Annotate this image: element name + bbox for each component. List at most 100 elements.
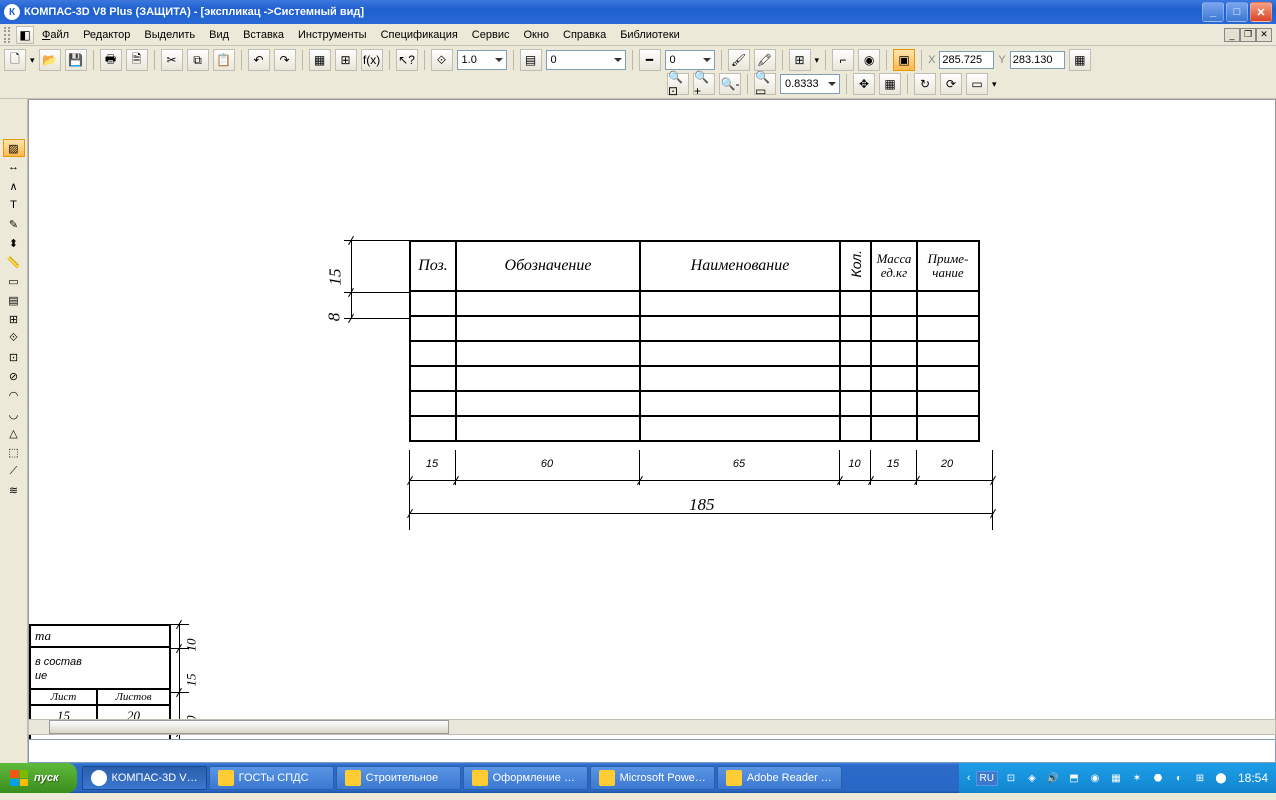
layer-dropdown[interactable]: 0 <box>546 50 626 70</box>
tray-icon[interactable]: ⊞ <box>1192 770 1208 786</box>
help-cursor-button[interactable]: ↖? <box>396 49 418 71</box>
symbols-tool[interactable]: ∧ <box>3 177 25 195</box>
ortho-button[interactable]: ⌐ <box>832 49 854 71</box>
scale-dropdown[interactable]: 1.0 <box>457 50 507 70</box>
tray-icon[interactable]: ◉ <box>1087 770 1103 786</box>
taskbar-task[interactable]: Оформление … <box>463 766 588 790</box>
copy-button[interactable]: ⧉ <box>187 49 209 71</box>
scrollbar-thumb[interactable] <box>49 720 449 734</box>
tool-d[interactable]: ⊘ <box>3 367 25 385</box>
clock[interactable]: 18:54 <box>1238 771 1268 785</box>
refresh-button[interactable]: ↻ <box>914 73 936 95</box>
menu-libs[interactable]: Библиотеки <box>614 27 686 43</box>
language-indicator[interactable]: RU <box>976 771 998 786</box>
zoom-out-button[interactable]: 🔍- <box>719 73 741 95</box>
start-button[interactable]: пуск <box>0 763 77 793</box>
snap-button[interactable]: ◉ <box>858 49 880 71</box>
zoom-fit-button[interactable]: 🔍⊡ <box>667 73 689 95</box>
menu-select[interactable]: Выделить <box>138 27 201 43</box>
tray-icon[interactable]: ✶ <box>1129 770 1145 786</box>
zoom-dropdown[interactable]: 0.8333 <box>780 74 840 94</box>
mdi-close-button[interactable]: ✕ <box>1256 28 1272 42</box>
select-tool[interactable]: ▭ <box>3 272 25 290</box>
grid-button[interactable]: ⊞ <box>789 49 811 71</box>
tray-icon[interactable]: ⬣ <box>1150 770 1166 786</box>
state-button[interactable]: ⟐ <box>431 49 453 71</box>
layer-icon[interactable]: ▤ <box>520 49 542 71</box>
param-tool[interactable]: ⬍ <box>3 234 25 252</box>
redo-button[interactable]: ↷ <box>274 49 296 71</box>
menu-service[interactable]: Сервис <box>466 27 516 43</box>
x-coord-input[interactable] <box>939 51 994 69</box>
tool-i[interactable]: ⟋ <box>3 462 25 480</box>
tray-icon[interactable]: ◈ <box>1024 770 1040 786</box>
mdi-restore-button[interactable]: ❐ <box>1240 28 1256 42</box>
menu-file[interactable]: Файл <box>36 27 75 43</box>
tray-icon[interactable]: ▦ <box>1108 770 1124 786</box>
mdi-minimize-button[interactable]: _ <box>1224 28 1240 42</box>
undo-button[interactable]: ↶ <box>248 49 270 71</box>
menu-spec[interactable]: Спецификация <box>375 27 464 43</box>
save-button[interactable]: 💾 <box>65 49 87 71</box>
tool-b[interactable]: ⟐ <box>3 329 25 347</box>
text-tool[interactable]: T <box>3 196 25 214</box>
edit-tool[interactable]: ✎ <box>3 215 25 233</box>
menu-insert[interactable]: Вставка <box>237 27 290 43</box>
tray-icon[interactable]: ◐ <box>1171 770 1187 786</box>
new-button[interactable]: 🗋 <box>4 49 26 71</box>
tool-f[interactable]: ◡ <box>3 405 25 423</box>
taskbar-task[interactable]: Строительное <box>336 766 461 790</box>
measure-tool[interactable]: 📏 <box>3 253 25 271</box>
close-button[interactable]: ✕ <box>1250 2 1272 22</box>
spec-tool[interactable]: ▤ <box>3 291 25 309</box>
coord-btn[interactable]: ▦ <box>1069 49 1091 71</box>
maximize-button[interactable]: □ <box>1226 2 1248 22</box>
menu-help[interactable]: Справка <box>557 27 612 43</box>
taskbar-task[interactable]: Adobe Reader … <box>717 766 842 790</box>
brush2-button[interactable]: 🖍 <box>754 49 776 71</box>
horizontal-scrollbar[interactable] <box>28 719 1276 735</box>
tray-icon[interactable]: ⬒ <box>1066 770 1082 786</box>
view3-button[interactable]: ▭ <box>966 73 988 95</box>
app-small-icon[interactable]: ◧ <box>16 26 34 44</box>
tray-icon[interactable]: ⊡ <box>1003 770 1019 786</box>
y-coord-input[interactable] <box>1010 51 1065 69</box>
tray-collapse-icon[interactable]: ‹ <box>967 772 971 784</box>
tool-g[interactable]: △ <box>3 424 25 442</box>
minimize-button[interactable]: _ <box>1202 2 1224 22</box>
tool-a[interactable]: ⊞ <box>3 310 25 328</box>
active-tool-button[interactable]: ▣ <box>893 49 915 71</box>
taskbar-task[interactable]: Microsoft Powe… <box>590 766 715 790</box>
open-button[interactable]: 📂 <box>39 49 61 71</box>
view2-button[interactable]: ⟳ <box>940 73 962 95</box>
zoom-in-button[interactable]: 🔍+ <box>693 73 715 95</box>
paste-button[interactable]: 📋 <box>213 49 235 71</box>
brush1-button[interactable]: 🖌 <box>728 49 750 71</box>
mgr-button[interactable]: ⊞ <box>335 49 357 71</box>
pan-button[interactable]: ✥ <box>853 73 875 95</box>
menu-tools[interactable]: Инструменты <box>292 27 373 43</box>
tray-icon[interactable]: ⬤ <box>1213 770 1229 786</box>
taskbar-task[interactable]: ГОСТы СПДС <box>209 766 334 790</box>
taskbar-task[interactable]: КОМПАС-3D V… <box>82 766 207 790</box>
menu-window[interactable]: Окно <box>517 27 555 43</box>
tool-c[interactable]: ⊡ <box>3 348 25 366</box>
linestyle-button[interactable]: ━ <box>639 49 661 71</box>
command-line[interactable] <box>28 739 1276 763</box>
zoom-window-button[interactable]: 🔍▭ <box>754 73 776 95</box>
menu-editor[interactable]: Редактор <box>77 27 136 43</box>
vars-button[interactable]: f(x) <box>361 49 383 71</box>
lineweight-dropdown[interactable]: 0 <box>665 50 715 70</box>
tool-e[interactable]: ◠ <box>3 386 25 404</box>
tool-j[interactable]: ≋ <box>3 481 25 499</box>
geometry-tool[interactable]: ▨ <box>3 139 25 157</box>
canvas[interactable]: Поз. Обозначение Наименование Кол. Масса… <box>28 99 1276 763</box>
props-button[interactable]: ▦ <box>309 49 331 71</box>
tray-icon[interactable]: 🔊 <box>1045 770 1061 786</box>
preview-button[interactable]: 🗎 <box>126 49 148 71</box>
tool-h[interactable]: ⬚ <box>3 443 25 461</box>
cut-button[interactable]: ✂ <box>161 49 183 71</box>
rebuild-button[interactable]: ▦ <box>879 73 901 95</box>
dimensions-tool[interactable]: ↔ <box>3 158 25 176</box>
menu-view[interactable]: Вид <box>203 27 235 43</box>
